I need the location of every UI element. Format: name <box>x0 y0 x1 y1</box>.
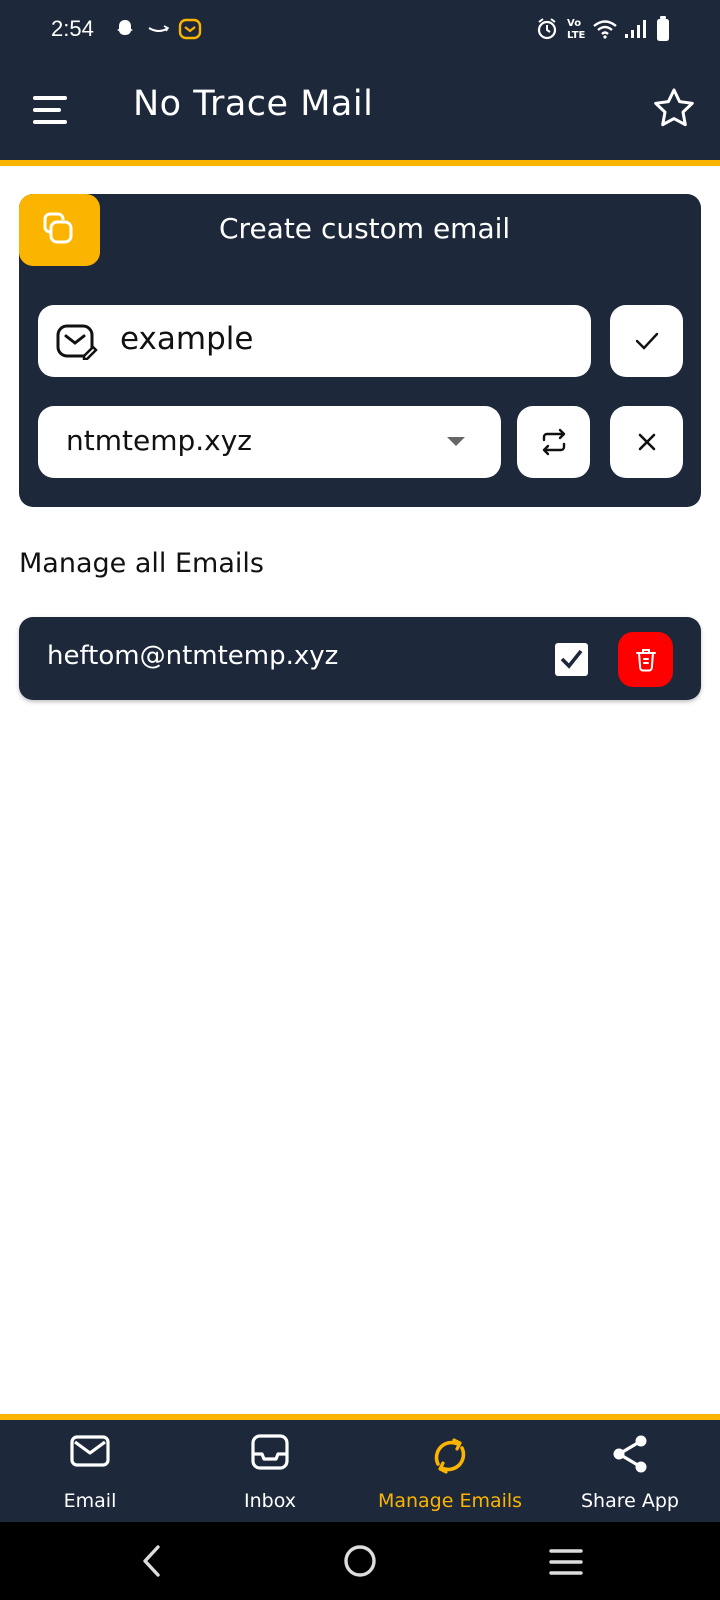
swap-icon <box>542 428 565 456</box>
svg-text:LTE: LTE <box>567 30 586 41</box>
system-navigation-bar <box>0 1522 720 1600</box>
trash-icon <box>636 649 656 672</box>
mail-app-icon <box>178 18 202 44</box>
bottom-navigation: Email Inbox Manage Emails Share App <box>0 1414 720 1522</box>
nav-item-share-app[interactable]: Share App <box>540 1420 720 1522</box>
menu-icon <box>33 96 67 124</box>
create-email-card: Create custom email example ntmtemp.xyz <box>19 194 701 507</box>
nav-item-email[interactable]: Email <box>0 1420 180 1522</box>
signal-icon <box>624 18 646 44</box>
nav-item-manage-emails[interactable]: Manage Emails <box>360 1420 540 1522</box>
wifi-icon <box>592 18 618 44</box>
volte-icon: Vo LTE <box>566 16 588 46</box>
favorite-button[interactable] <box>651 86 697 132</box>
domain-selected-value: ntmtemp.xyz <box>66 424 252 457</box>
recents-icon[interactable] <box>549 1548 583 1576</box>
nav-item-label: Email <box>63 1490 117 1512</box>
nav-item-inbox[interactable]: Inbox <box>180 1420 360 1522</box>
status-bar: 2:54 Vo LTE <box>0 0 720 60</box>
app-bar-accent-line <box>0 160 720 166</box>
alarm-icon <box>536 17 558 45</box>
email-name-value: example <box>120 321 254 357</box>
nav-item-label: Inbox <box>244 1490 296 1512</box>
star-icon <box>654 88 694 127</box>
inbox-icon <box>251 1434 289 1470</box>
close-icon <box>638 433 655 451</box>
email-address: heftom@ntmtemp.xyz <box>47 641 339 671</box>
mail-icon <box>70 1435 110 1467</box>
back-icon[interactable] <box>140 1544 162 1578</box>
menu-button[interactable] <box>30 88 74 132</box>
dropdown-caret-icon <box>447 437 465 446</box>
home-icon[interactable] <box>343 1544 377 1578</box>
clear-button[interactable] <box>610 406 683 478</box>
check-icon <box>560 649 583 669</box>
section-title: Manage all Emails <box>19 548 264 579</box>
mail-edit-icon <box>56 324 98 360</box>
nav-item-label: Share App <box>581 1490 679 1512</box>
battery-icon <box>656 16 670 46</box>
email-name-input[interactable]: example <box>38 305 591 377</box>
copy-icon <box>43 212 73 244</box>
share-icon <box>613 1435 647 1473</box>
status-time: 2:54 <box>51 16 94 41</box>
email-select-checkbox[interactable] <box>555 643 588 676</box>
refresh-icon <box>434 1438 466 1474</box>
check-icon <box>635 332 658 350</box>
svg-text:Vo: Vo <box>567 18 581 29</box>
app-bar: No Trace Mail <box>0 60 720 166</box>
confirm-button[interactable] <box>610 305 683 377</box>
delete-email-button[interactable] <box>618 632 673 687</box>
copy-button[interactable] <box>19 194 100 266</box>
email-list-item[interactable]: heftom@ntmtemp.xyz <box>19 617 701 700</box>
swap-domain-button[interactable] <box>517 406 590 478</box>
domain-dropdown[interactable]: ntmtemp.xyz <box>38 406 501 478</box>
page-title: No Trace Mail <box>133 84 374 124</box>
amazon-icon <box>148 22 170 41</box>
card-title: Create custom email <box>219 212 511 245</box>
nav-item-label: Manage Emails <box>377 1490 523 1512</box>
snapchat-icon <box>114 18 136 44</box>
